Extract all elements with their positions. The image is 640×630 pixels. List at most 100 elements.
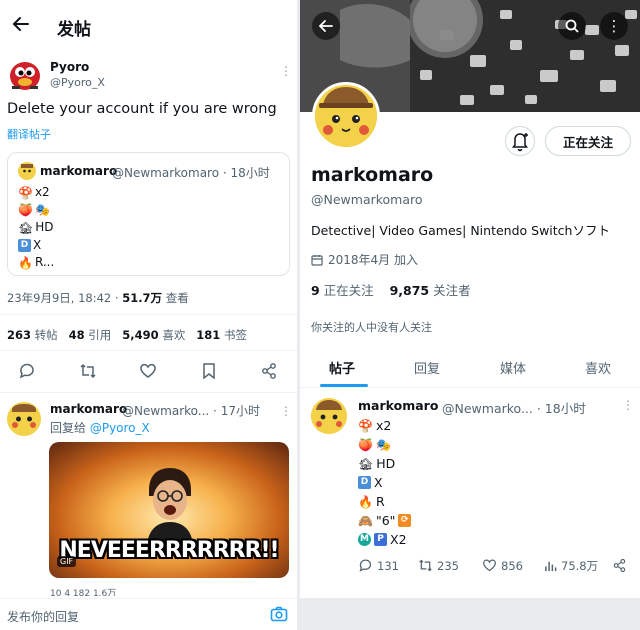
- line-text: "6": [375, 513, 396, 528]
- reply-author-name[interactable]: markomaro: [50, 402, 127, 416]
- profile-joined: 2018年4月 加入: [311, 251, 418, 268]
- like-icon[interactable]: [139, 362, 157, 380]
- tweet-detail-panel: 发帖 Pyoro @Pyoro_X ⋮ Delete your account …: [0, 0, 297, 630]
- post-author-handle[interactable]: @Newmarko... · 18小时: [442, 398, 586, 417]
- calendar-icon: [311, 254, 323, 266]
- profile-tabs: 帖子 回复 媒体 喜欢: [300, 346, 640, 388]
- post-line: D X: [358, 473, 411, 492]
- gif-person-image: [147, 468, 193, 544]
- view-count: 75.8万: [561, 559, 599, 573]
- following-button[interactable]: 正在关注: [545, 126, 631, 156]
- back-arrow-icon[interactable]: [12, 14, 30, 38]
- more-options-icon[interactable]: ⋮: [280, 64, 292, 78]
- pyoro-avatar[interactable]: [8, 58, 42, 92]
- views-action[interactable]: 75.8万: [544, 558, 598, 574]
- reply-composer[interactable]: 发布你的回复: [0, 598, 297, 630]
- views-chart-icon: [545, 561, 557, 571]
- following-count[interactable]: 9: [311, 283, 320, 298]
- reply-avatar[interactable]: [7, 402, 41, 436]
- notification-bell-button[interactable]: [505, 126, 535, 156]
- fire-icon: 🔥: [358, 494, 373, 509]
- more-options-icon[interactable]: ⋮: [600, 12, 628, 40]
- tweet-meta: 23年9月9日, 18:42 · 51.7万 查看: [7, 290, 189, 306]
- reply-input[interactable]: 发布你的回复: [7, 608, 79, 625]
- share-icon[interactable]: [260, 362, 278, 380]
- quote-line: D X: [18, 237, 54, 255]
- mushroom-icon: 🍄: [358, 418, 373, 433]
- profile-avatar[interactable]: [312, 82, 380, 150]
- bookmark-count[interactable]: 181: [196, 328, 220, 342]
- tab-media[interactable]: 媒体: [500, 358, 526, 377]
- tab-posts[interactable]: 帖子: [329, 358, 355, 377]
- search-icon[interactable]: [558, 12, 586, 40]
- reply-gif[interactable]: NEVEEERRRRRRR!! GIF: [49, 442, 289, 578]
- quote-line: 🔥 R...: [18, 254, 54, 272]
- profile-bio: Detective| Video Games| Nintendo Switchソ…: [311, 223, 610, 238]
- follow-stats: 9 正在关注 9,875 关注者: [311, 280, 471, 299]
- post-avatar[interactable]: [311, 398, 347, 434]
- line-text: HD: [35, 220, 54, 234]
- followers-count[interactable]: 9,875: [390, 283, 430, 298]
- retweet-action[interactable]: 235: [418, 558, 459, 573]
- post-line: 🏚 HD: [358, 454, 411, 473]
- back-arrow-icon[interactable]: [312, 12, 340, 40]
- share-action[interactable]: [612, 558, 627, 573]
- circle-m-icon: M: [358, 533, 371, 546]
- post-actions: 131 235 856 75.8万: [358, 558, 628, 576]
- line-text: HD: [376, 456, 396, 471]
- following-label[interactable]: 正在关注: [320, 283, 374, 298]
- post-text: 🍄 x2 🍑 🎭 🏚 HD D X 🔥 R 🙈 "6" ⟳ M P X2: [358, 416, 412, 549]
- like-action[interactable]: 856: [482, 558, 523, 573]
- quote-label: 引用: [84, 328, 112, 342]
- tweet-text: Delete your account if you are wrong: [7, 101, 277, 117]
- line-text: x2: [375, 418, 392, 433]
- masks-icon: 🎭: [375, 437, 391, 452]
- retweet-icon[interactable]: [79, 362, 97, 380]
- detective-pikachu-avatar: [315, 85, 377, 147]
- monkey-icon: 🙈: [358, 513, 373, 528]
- more-options-icon[interactable]: ⋮: [622, 398, 634, 412]
- reply-icon[interactable]: [18, 362, 36, 380]
- translate-link[interactable]: 翻译帖子: [7, 126, 51, 142]
- post-line: 🔥 R: [358, 492, 411, 511]
- quote-avatar: [18, 162, 36, 180]
- reply-count: 131: [377, 558, 399, 573]
- reply-action[interactable]: 131: [358, 558, 399, 573]
- view-label: 查看: [162, 291, 189, 305]
- post-author-name[interactable]: markomaro: [358, 398, 438, 413]
- post-line: 🙈 "6" ⟳: [358, 511, 412, 530]
- post-line: M P X2: [358, 530, 411, 549]
- retweet-count: 235: [437, 558, 459, 573]
- camera-icon[interactable]: [270, 606, 288, 622]
- like-label: 喜欢: [158, 328, 186, 342]
- more-options-icon[interactable]: ⋮: [280, 404, 292, 418]
- followers-label[interactable]: 关注者: [429, 283, 471, 298]
- fire-icon: 🔥: [18, 255, 33, 270]
- quoted-tweet-card[interactable]: markomaro @Newmarkomaro · 18小时 🍄 x2 🍑 🎭 …: [7, 152, 290, 276]
- reply-to-line: 回复给 @Pyoro_X: [50, 419, 150, 436]
- repeat-icon: ⟳: [398, 514, 412, 527]
- divider: [0, 392, 297, 393]
- like-count[interactable]: 5,490: [122, 328, 158, 342]
- top-bar: 发帖: [0, 0, 297, 52]
- author-handle[interactable]: @Pyoro_X: [50, 76, 105, 89]
- author-name[interactable]: Pyoro: [50, 60, 89, 74]
- post-line: 🍄 x2: [358, 416, 411, 435]
- tab-likes[interactable]: 喜欢: [585, 358, 611, 377]
- quote-line: 🏚 HD: [18, 219, 54, 237]
- reply-action-counts: 10 4 182 1.6万: [50, 589, 117, 596]
- bookmark-icon[interactable]: [200, 362, 218, 380]
- retweet-count[interactable]: 263: [7, 328, 31, 342]
- quote-count[interactable]: 48: [69, 328, 85, 342]
- line-text: X2: [390, 532, 407, 547]
- line-text: X: [33, 237, 42, 252]
- reply-to-handle[interactable]: @Pyoro_X: [90, 421, 150, 435]
- profile-name: markomaro: [311, 164, 434, 186]
- house-icon: 🏚: [358, 456, 374, 471]
- tweet-stats: 263 转帖 48 引用 5,490 喜欢 181 书签: [7, 327, 247, 343]
- view-count: 51.7万: [122, 291, 163, 305]
- tab-replies[interactable]: 回复: [414, 358, 440, 377]
- divider: [0, 314, 297, 315]
- reply-author-handle[interactable]: @Newmarko... · 17小时: [122, 402, 260, 419]
- like-icon: [483, 559, 496, 572]
